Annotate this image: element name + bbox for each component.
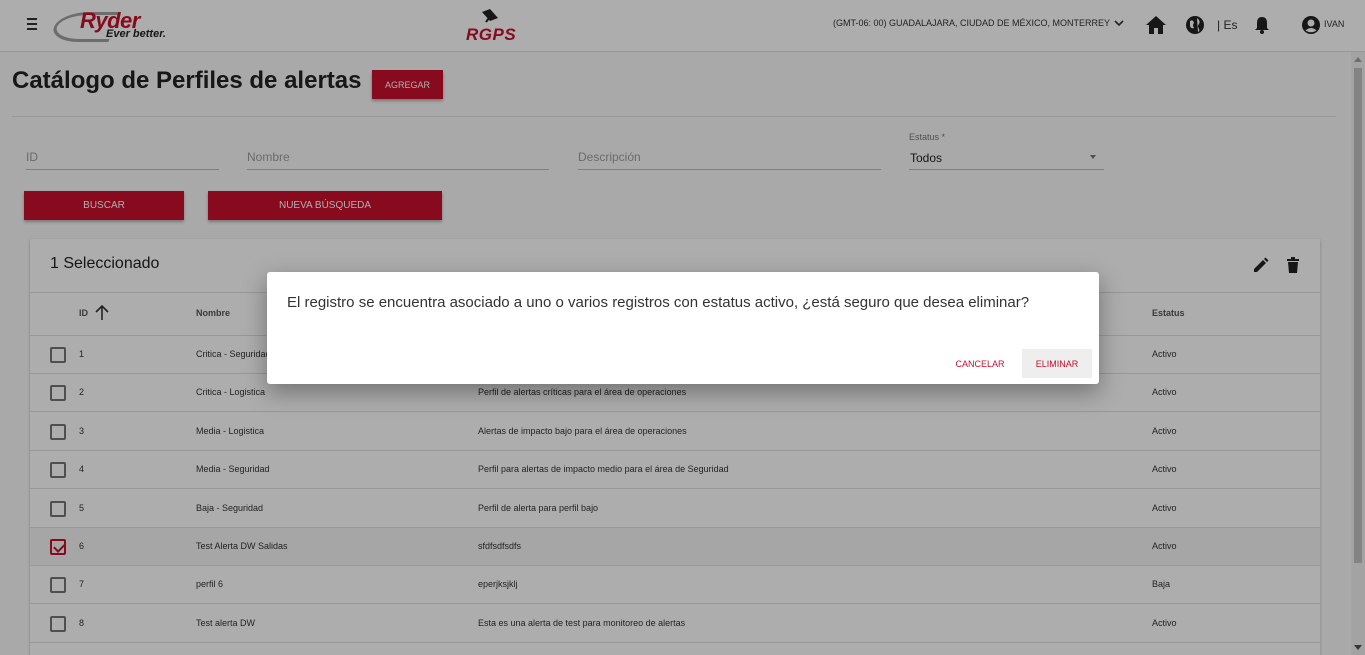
cancel-button[interactable]: CANCELAR xyxy=(948,349,1012,378)
delete-button[interactable]: ELIMINAR xyxy=(1022,349,1092,378)
delete-confirm-dialog: El registro se encuentra asociado a uno … xyxy=(267,272,1099,384)
dialog-message: El registro se encuentra asociado a uno … xyxy=(287,294,1030,311)
